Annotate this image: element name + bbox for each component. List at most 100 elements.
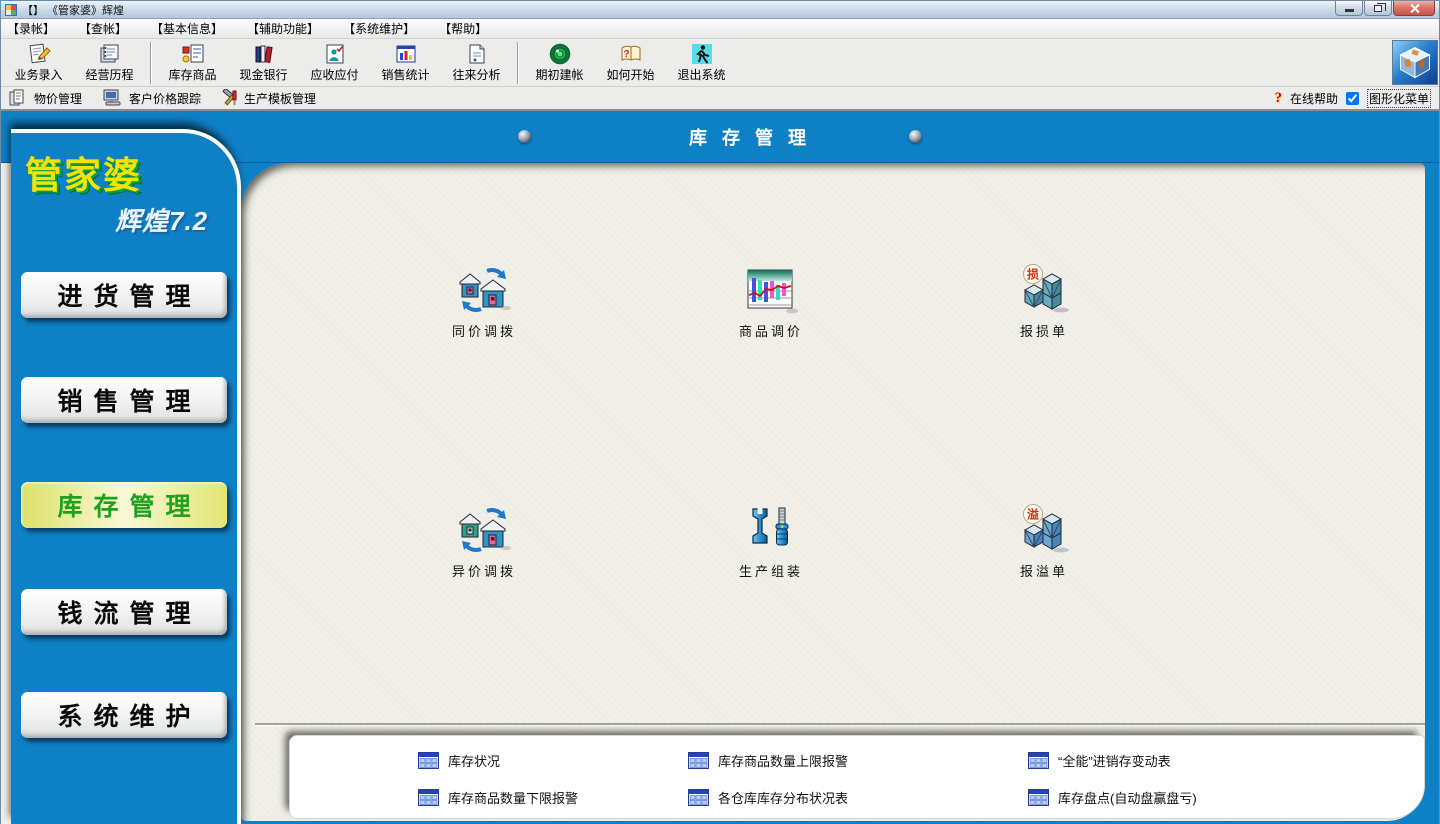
toolbar-business-entry-button[interactable]: 业务录入 xyxy=(3,40,74,86)
brand-version: 辉煌7.2 xyxy=(115,201,237,238)
online-help-link[interactable]: 在线帮助 xyxy=(1290,90,1338,107)
quickbar-item-label: 物价管理 xyxy=(34,90,82,107)
documents-icon xyxy=(9,89,29,107)
toolbar-inventory-goods-button[interactable]: 库存商品 xyxy=(157,40,228,86)
quickbar-customer-price-tracking[interactable]: 客户价格跟踪 xyxy=(102,89,201,107)
toolbar-receivable-payable-button[interactable]: 应收应付 xyxy=(299,40,370,86)
notepad-pencil-icon xyxy=(27,42,51,66)
report-link-label: 库存盘点(自动盘赢盘亏) xyxy=(1058,788,1197,807)
menu-system-maintenance[interactable]: 【系统维护】 xyxy=(343,20,415,37)
report-link-label: 库存状况 xyxy=(448,751,500,770)
toolbar-button-label: 应收应付 xyxy=(310,66,358,83)
toolbar-business-history-button[interactable]: 经营历程 xyxy=(74,40,145,86)
menu-bar: 【录帐】 【查帐】 【基本信息】 【辅助功能】 【系统维护】 【帮助】 xyxy=(1,19,1439,39)
content-divider xyxy=(255,723,1425,726)
toolbar-separator xyxy=(517,42,519,84)
table-icon xyxy=(1028,752,1049,769)
menu-query[interactable]: 【查帐】 xyxy=(79,20,127,37)
minimize-button[interactable] xyxy=(1335,1,1363,16)
function-label: 商品调价 xyxy=(701,321,841,340)
sidebar-item-purchase[interactable]: 进货管理 xyxy=(21,272,227,318)
toolbar-button-label: 现金银行 xyxy=(239,66,287,83)
toolbar-button-label: 往来分析 xyxy=(452,66,500,83)
brand-cube-logo xyxy=(1392,40,1438,85)
report-link-label: “全能”进销存变动表 xyxy=(1058,751,1171,770)
toolbar-sales-stats-button[interactable]: 销售统计 xyxy=(370,40,441,86)
function-label: 报损单 xyxy=(974,321,1114,340)
report-link-lower-limit-alarm[interactable]: 库存商品数量下限报警 xyxy=(418,788,688,807)
sidebar: 管家婆 辉煌7.2 进货管理 销售管理 库存管理 钱流管理 系统维护 xyxy=(11,129,241,824)
function-label: 异价调拨 xyxy=(414,561,554,580)
function-production-assembly[interactable]: 生产组装 xyxy=(701,499,841,580)
computer-icon xyxy=(102,89,124,107)
quickbar-item-label: 生产模板管理 xyxy=(244,90,316,107)
brand-logo: 管家婆 辉煌7.2 xyxy=(11,133,237,238)
menu-help[interactable]: 【帮助】 xyxy=(439,20,487,37)
report-link-inventory-status[interactable]: 库存状况 xyxy=(418,751,688,770)
payable-person-icon xyxy=(323,42,347,66)
restore-button[interactable] xyxy=(1364,1,1392,16)
function-label: 生产组装 xyxy=(701,561,841,580)
function-goods-price-adjust[interactable]: 商品调价 xyxy=(701,259,841,340)
left-edge-strip xyxy=(1,163,11,824)
sidebar-item-cashflow[interactable]: 钱流管理 xyxy=(21,589,227,635)
bank-books-icon xyxy=(252,42,276,66)
quickbar-price-management[interactable]: 物价管理 xyxy=(9,89,82,107)
window-title: 【】 《管家婆》辉煌 xyxy=(22,2,124,18)
function-overflow-report[interactable]: 溢 报溢单 xyxy=(974,499,1114,580)
report-link-omni-change-table[interactable]: “全能”进销存变动表 xyxy=(1028,751,1424,770)
bar-chart-icon xyxy=(394,42,418,66)
sidebar-item-sales[interactable]: 销售管理 xyxy=(21,377,227,423)
exit-runner-icon xyxy=(690,42,714,66)
report-link-stocktaking[interactable]: 库存盘点(自动盘赢盘亏) xyxy=(1028,788,1424,807)
close-button[interactable] xyxy=(1393,1,1435,16)
sidebar-item-label: 进货管理 xyxy=(57,277,201,313)
menu-record[interactable]: 【录帐】 xyxy=(7,20,55,37)
quickbar-production-template[interactable]: 生产模板管理 xyxy=(221,89,316,107)
toolbar-how-to-start-button[interactable]: ? 如何开始 xyxy=(595,40,666,86)
menu-basic-info[interactable]: 【基本信息】 xyxy=(151,20,223,37)
warehouse-transfer-same-icon xyxy=(457,265,511,315)
green-target-icon xyxy=(548,42,572,66)
sphere-decoration-icon xyxy=(909,130,922,143)
help-question-icon: ? xyxy=(1274,90,1282,107)
toolbar-exit-system-button[interactable]: 退出系统 xyxy=(666,40,737,86)
sidebar-item-system-maintenance[interactable]: 系统维护 xyxy=(21,692,227,738)
svg-text:损: 损 xyxy=(1027,267,1039,282)
sidebar-item-label: 系统维护 xyxy=(57,697,201,733)
toolbar-transaction-analysis-button[interactable]: 往来分析 xyxy=(441,40,512,86)
table-icon xyxy=(688,752,709,769)
document-person-icon xyxy=(465,42,489,66)
price-chart-icon xyxy=(744,267,798,315)
graphical-menu-checkbox[interactable] xyxy=(1346,92,1359,105)
loss-boxes-icon: 损 xyxy=(1017,263,1071,315)
report-link-label: 各仓库库存分布状况表 xyxy=(718,788,848,807)
table-icon xyxy=(1028,789,1049,806)
section-title: 库 存 管 理 xyxy=(689,124,811,150)
main-toolbar: 业务录入 经营历程 库存商品 现金银行 xyxy=(1,39,1439,87)
menu-aux-functions[interactable]: 【辅助功能】 xyxy=(247,20,319,37)
quick-access-bar: 物价管理 客户价格跟踪 生产模板管理 ? 在线帮助 图形化菜单 xyxy=(1,87,1439,111)
close-icon xyxy=(1410,4,1419,13)
toolbar-button-label: 经营历程 xyxy=(85,66,133,83)
sidebar-item-inventory[interactable]: 库存管理 xyxy=(21,482,227,528)
sidebar-item-label: 销售管理 xyxy=(57,382,201,418)
toolbar-cash-bank-button[interactable]: 现金银行 xyxy=(228,40,299,86)
report-link-label: 库存商品数量上限报警 xyxy=(718,751,848,770)
overflow-boxes-icon: 溢 xyxy=(1017,503,1071,555)
report-link-upper-limit-alarm[interactable]: 库存商品数量上限报警 xyxy=(688,751,1028,770)
assembly-tools-icon xyxy=(746,505,796,555)
report-link-warehouse-distribution[interactable]: 各仓库库存分布状况表 xyxy=(688,788,1028,807)
toolbar-initial-setup-button[interactable]: 期初建帐 xyxy=(524,40,595,86)
function-loss-report[interactable]: 损 报损单 xyxy=(974,259,1114,340)
sphere-decoration-icon xyxy=(518,130,531,143)
graphical-menu-label[interactable]: 图形化菜单 xyxy=(1367,89,1431,108)
quickbar-item-label: 客户价格跟踪 xyxy=(129,90,201,107)
restore-icon xyxy=(1374,5,1382,12)
toolbar-button-label: 销售统计 xyxy=(381,66,429,83)
svg-text:?: ? xyxy=(623,49,629,60)
sidebar-item-label: 钱流管理 xyxy=(57,594,201,630)
function-same-price-transfer[interactable]: 同价调拨 xyxy=(414,259,554,340)
function-diff-price-transfer[interactable]: 异价调拨 xyxy=(414,499,554,580)
report-links-panel: 库存状况 库存商品数量上限报警 “全能”进销存变动表 库存商品数量下限报警 各仓… xyxy=(289,735,1425,819)
